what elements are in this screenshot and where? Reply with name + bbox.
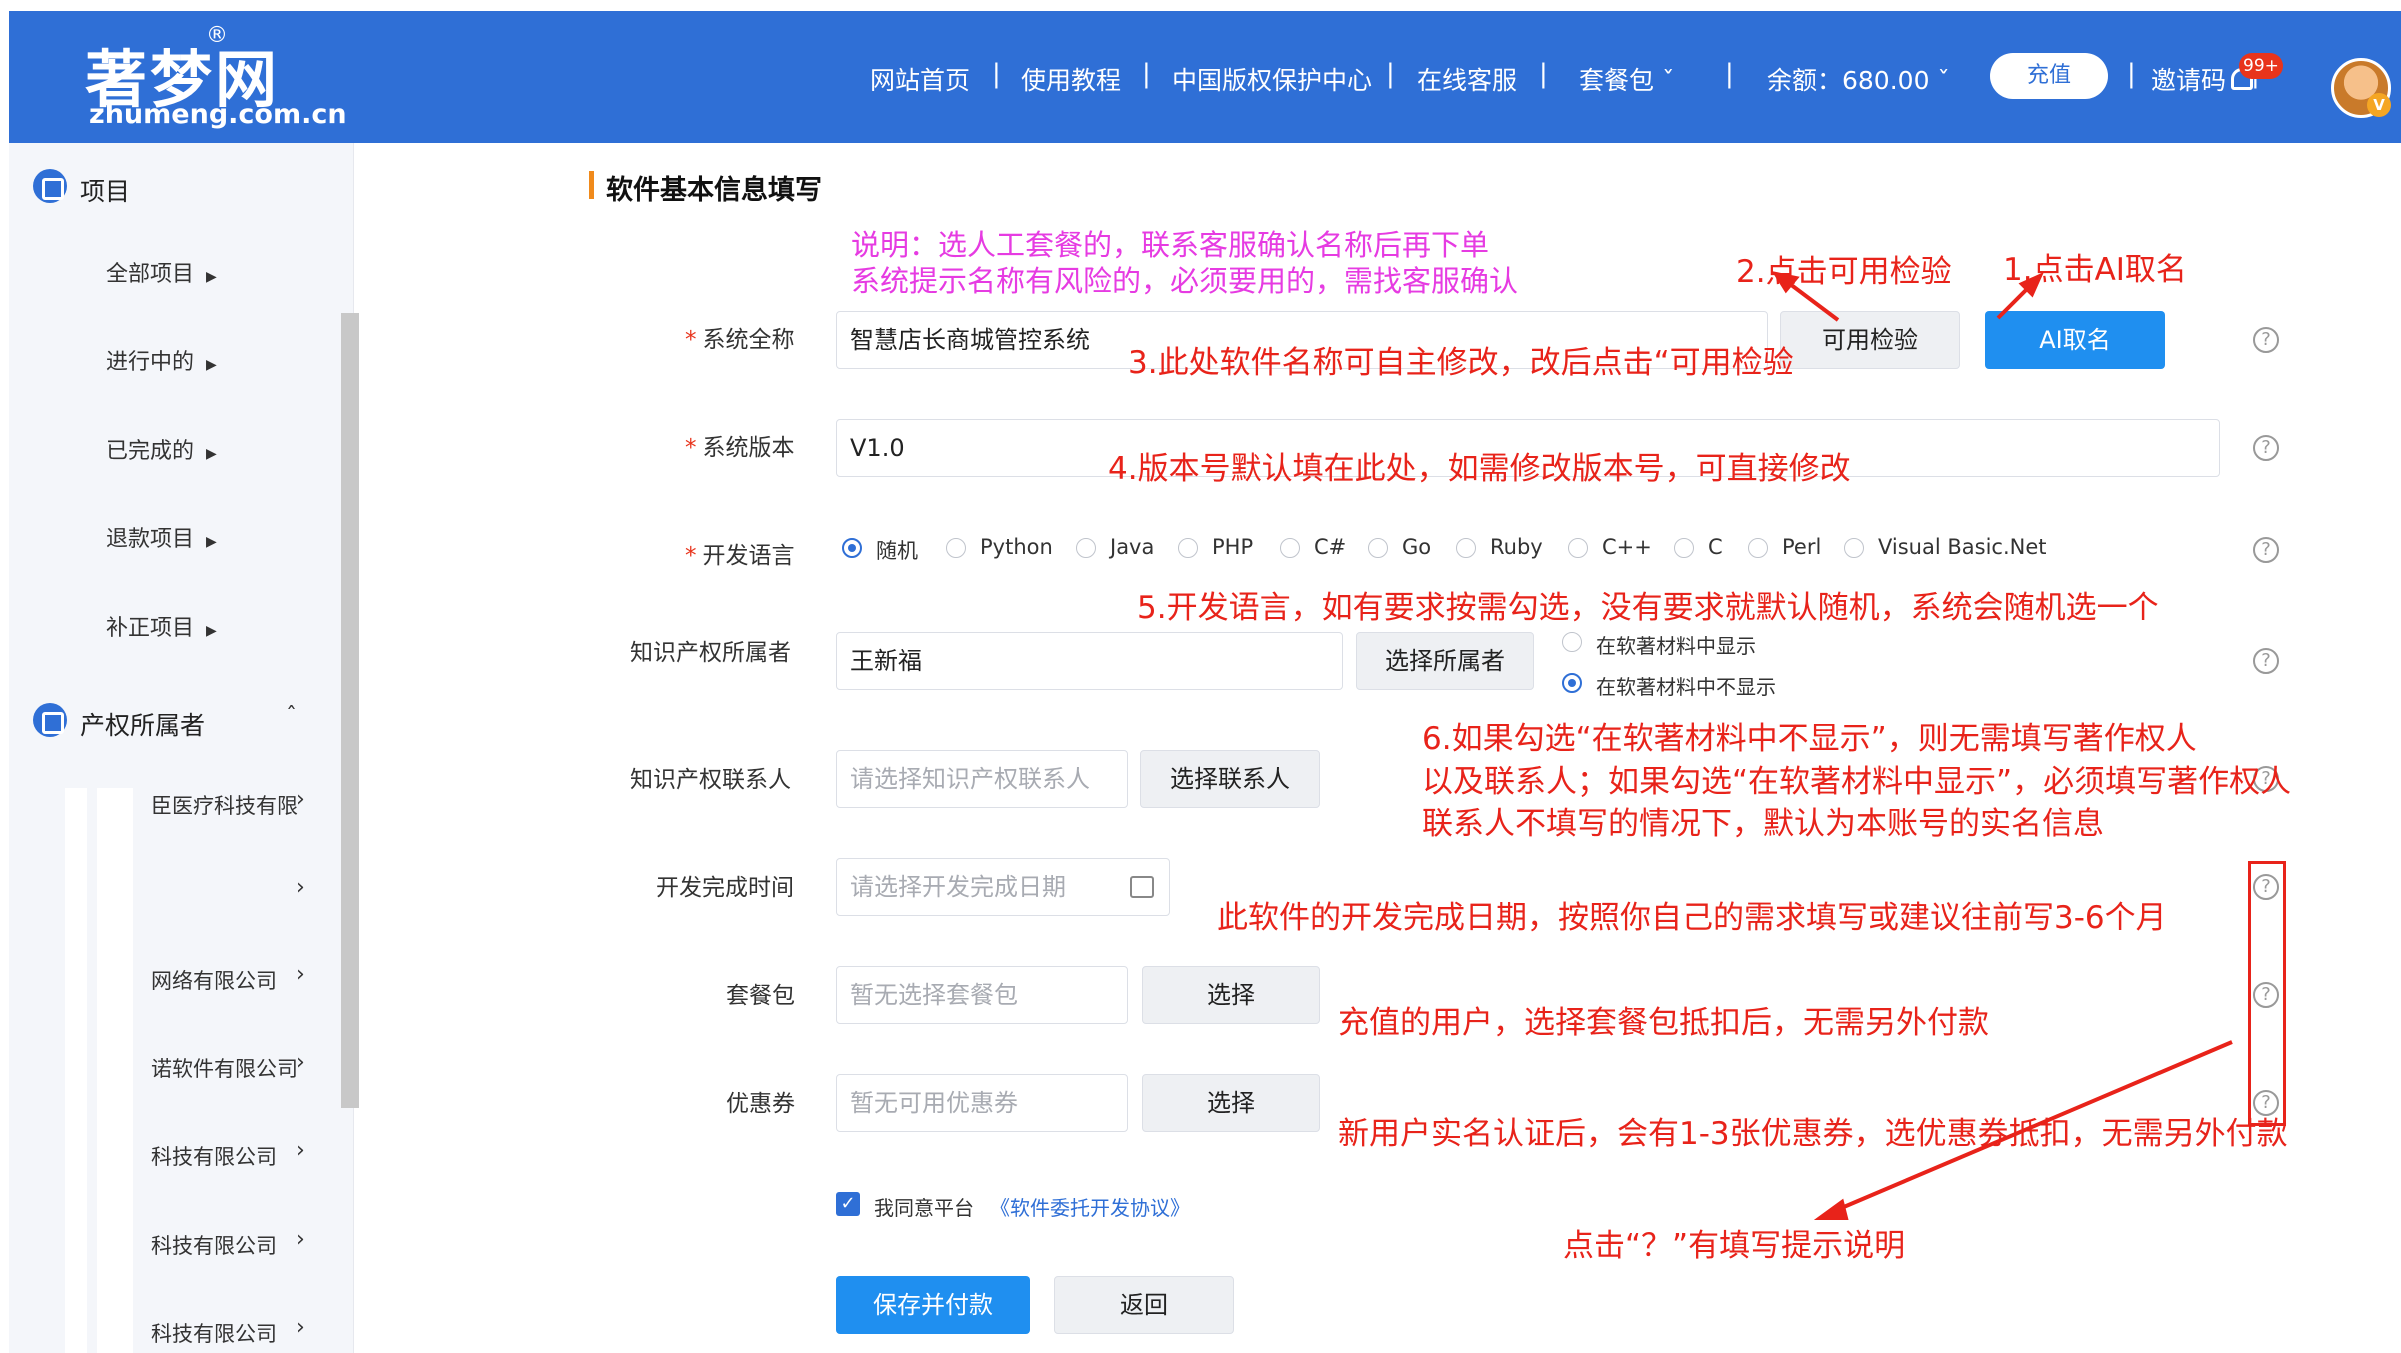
annotation-arrows	[1771, 271, 2233, 1220]
arrow-help-hint	[1831, 1040, 2233, 1214]
arrowhead	[1813, 1198, 1849, 1220]
